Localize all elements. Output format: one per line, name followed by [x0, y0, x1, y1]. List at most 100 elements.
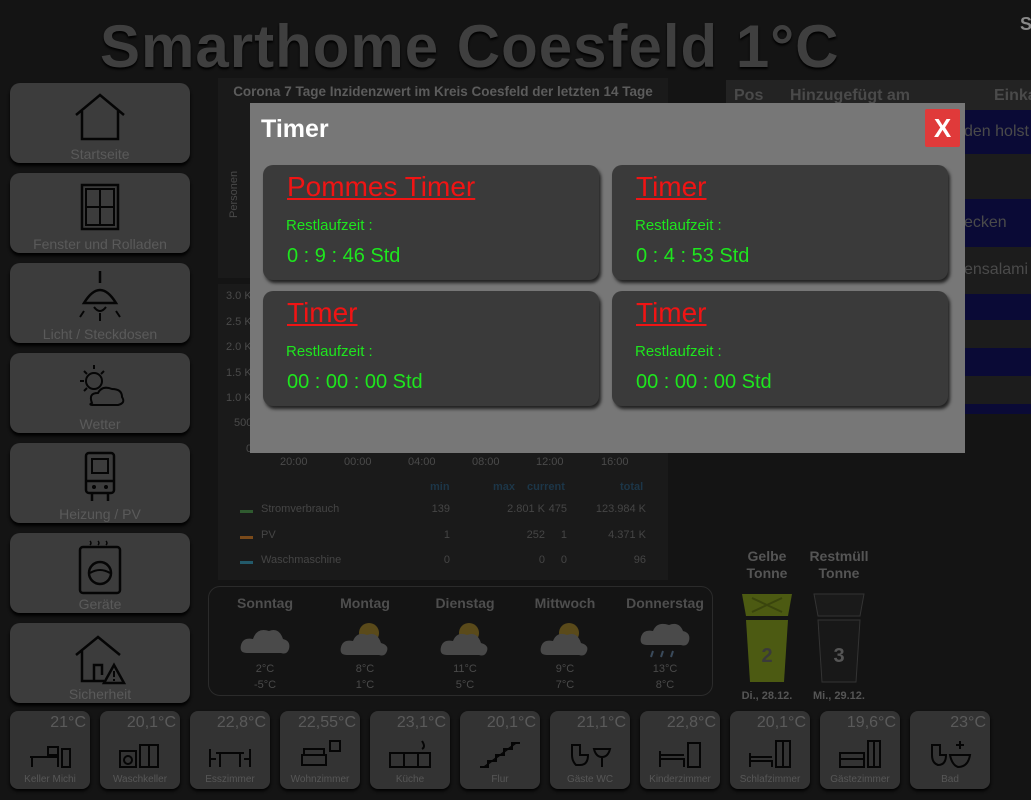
room-temperature: 21,1°C: [576, 714, 626, 731]
shopping-item: den holst: [964, 123, 1029, 140]
room-name: Bad: [941, 774, 959, 785]
legend-header-total: total: [620, 481, 644, 493]
forecast-low: 1°C: [355, 679, 375, 691]
room-tile-keller-michi[interactable]: 21°C Keller Michi: [10, 711, 90, 789]
forecast-high: 8°C: [355, 663, 375, 675]
room-temperature: 23,1°C: [396, 714, 446, 731]
dining-table-icon: [209, 749, 251, 767]
room-tile-esszimmer[interactable]: 22,8°C Esszimmer: [190, 711, 270, 789]
room-tile-flur[interactable]: 20,1°C Flur: [460, 711, 540, 789]
timer-name-link[interactable]: Timer: [287, 297, 358, 329]
room-temperature: 20,1°C: [486, 714, 536, 731]
bin-number: 2: [761, 645, 772, 667]
forecast-day-name: Dienstag: [435, 595, 495, 611]
timer-remaining-value: 00 : 00 : 00 Std: [287, 371, 423, 393]
trash-bin-icon: 2: [742, 594, 792, 682]
room-tile-gaeste-wc[interactable]: 21,1°C Gäste WC: [550, 711, 630, 789]
forecast-low: -5°C: [253, 679, 277, 691]
house-alert-icon: [75, 635, 127, 685]
forecast-day-name: Sonntag: [237, 595, 293, 611]
room-tile-kinderzimmer[interactable]: 22,8°C Kinderzimmer: [640, 711, 720, 789]
forecast-high: 9°C: [555, 663, 575, 675]
bin-date: Mi., 29.12.: [813, 690, 865, 702]
bin-gelbe-tonne: Gelbe Tonne 2 Di., 28.12.: [732, 548, 802, 702]
timer-remaining-label: Restlaufzeit :: [635, 343, 722, 360]
timer-remaining-label: Restlaufzeit :: [635, 217, 722, 234]
nav-sicherheit[interactable]: Sicherheit: [10, 623, 190, 703]
bed-icon: [749, 740, 791, 768]
partly-cloudy-icon: [440, 623, 488, 656]
forecast-high: 13°C: [652, 663, 678, 675]
forecast-low: 5°C: [455, 679, 475, 691]
room-tile-wohnzimmer[interactable]: 22,55°C Wohnzimmer: [280, 711, 360, 789]
room-tile-kueche[interactable]: 23,1°C Küche: [370, 711, 450, 789]
forecast-low: 8°C: [655, 679, 675, 691]
legend-row[interactable]: PV 1 252 1 4.371 K: [240, 529, 668, 545]
x-tick: 20:00: [280, 456, 308, 468]
legend-row[interactable]: Stromverbrauch 139 2.801 K 475 123.984 K: [240, 503, 668, 519]
series-swatch: [240, 510, 253, 513]
room-temperature: 22,55°C: [298, 714, 356, 731]
forecast-day: Donnerstag 13°C 8°C: [615, 595, 715, 693]
x-tick: 16:00: [601, 456, 629, 468]
series-total: 96: [633, 554, 646, 566]
stairs-icon: [480, 742, 520, 768]
close-button[interactable]: X: [925, 109, 960, 147]
timer-card[interactable]: Timer Restlaufzeit : 00 : 00 : 00 Std: [263, 291, 599, 406]
series-min: 139: [431, 503, 450, 515]
bin-restmuell-tonne: Restmüll Tonne 3 Mi., 29.12.: [804, 548, 874, 702]
nav-licht-steckdosen[interactable]: Licht / Steckdosen: [10, 263, 190, 343]
partly-cloudy-icon: [340, 623, 388, 656]
room-name: Esszimmer: [205, 774, 255, 785]
room-temperature: 21°C: [50, 714, 86, 731]
series-name: PV: [261, 529, 276, 541]
room-tile-schlafzimmer[interactable]: 20,1°C Schlafzimmer: [730, 711, 810, 789]
timer-name-link[interactable]: Timer: [636, 171, 707, 203]
nav-label: Startseite: [70, 146, 130, 162]
nav-fenster-rolladen[interactable]: Fenster und Rolladen: [10, 173, 190, 253]
nav-heizung-pv[interactable]: Heizung / PV: [10, 443, 190, 523]
forecast-day: Sonntag 2°C -5°C: [215, 595, 315, 693]
timer-name-link[interactable]: Timer: [636, 297, 707, 329]
weather-icon: [80, 365, 125, 406]
timer-card[interactable]: Timer Restlaufzeit : 00 : 00 : 00 Std: [612, 291, 948, 406]
room-name: Wohnzimmer: [290, 774, 350, 785]
lamp-icon: [79, 271, 121, 321]
legend-header-max: max: [493, 481, 516, 493]
series-current: 1: [560, 529, 567, 541]
nav-label: Wetter: [79, 416, 121, 432]
series-max: 0: [538, 554, 545, 566]
series-swatch: [240, 561, 253, 564]
y-tick: 2.5 K: [226, 316, 252, 328]
series-name: Stromverbrauch: [261, 503, 340, 515]
nav-geraete[interactable]: Geräte: [10, 533, 190, 613]
window-icon: [80, 183, 120, 231]
legend-row[interactable]: Waschmaschine 0 0 0 96: [240, 554, 668, 570]
forecast-day-name: Donnerstag: [626, 595, 704, 611]
room-tile-waschkeller[interactable]: 20,1°C Waschkeller: [100, 711, 180, 789]
timer-card[interactable]: Pommes Timer Restlaufzeit : 0 : 9 : 46 S…: [263, 165, 599, 280]
timer-name-link[interactable]: Pommes Timer: [287, 171, 475, 203]
nav-label: Fenster und Rolladen: [33, 236, 167, 252]
toilet-icon: [571, 744, 612, 767]
y-tick: 3.0 K: [226, 290, 252, 302]
nav-wetter[interactable]: Wetter: [10, 353, 190, 433]
timer-dialog: Timer X Pommes Timer Restlaufzeit : 0 : …: [250, 103, 965, 453]
y-tick: 1.0 K: [226, 392, 252, 404]
series-total: 123.984 K: [595, 503, 646, 515]
room-name: Waschkeller: [112, 774, 168, 785]
column-header-item: Einka: [994, 87, 1031, 104]
room-name: Kinderzimmer: [649, 774, 711, 785]
nav-startseite[interactable]: Startseite: [10, 83, 190, 163]
series-swatch: [240, 536, 253, 539]
sofa-icon: [301, 740, 341, 766]
room-tile-gaestezimmer[interactable]: 19,6°C Gästezimmer: [820, 711, 900, 789]
room-tile-bad[interactable]: 23°C Bad: [910, 711, 990, 789]
timer-remaining-label: Restlaufzeit :: [286, 217, 373, 234]
room-name: Keller Michi: [24, 774, 76, 785]
nav-label: Geräte: [78, 596, 122, 612]
washing-machine-icon: [78, 540, 122, 595]
corona-chart-title: Corona 7 Tage Inzidenzwert im Kreis Coes…: [233, 84, 653, 99]
timer-card[interactable]: Timer Restlaufzeit : 0 : 4 : 53 Std: [612, 165, 948, 280]
forecast-day-name: Mittwoch: [534, 595, 596, 611]
